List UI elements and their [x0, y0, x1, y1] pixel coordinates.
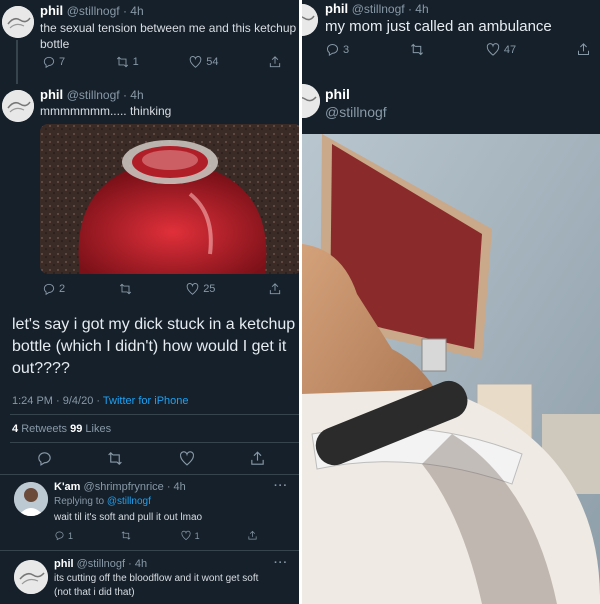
- like-icon: [181, 530, 191, 541]
- like-icon: [186, 283, 199, 295]
- replying-to-prefix: Replying to: [54, 496, 107, 507]
- tweet-meta: @stillnogf · 4h: [76, 558, 148, 570]
- tweet-text: the sexual tension between me and this k…: [40, 21, 297, 35]
- author-name[interactable]: phil: [40, 87, 63, 102]
- retweet-button[interactable]: [118, 282, 133, 296]
- hospital-wristband-photo[interactable]: [302, 134, 600, 604]
- reply-text-cont: (not that i did that): [54, 587, 135, 598]
- share-icon: [578, 43, 589, 55]
- tweet-actions: 3 47: [325, 42, 591, 57]
- main-tweet-text-end: out????: [12, 360, 70, 377]
- retweet-button[interactable]: 1: [115, 55, 139, 69]
- retweet-count[interactable]: 4: [12, 423, 18, 435]
- reply-actions: 1 1: [54, 530, 258, 541]
- like-button[interactable]: 47: [485, 42, 516, 57]
- left-thread-screenshot: phil @stillnogf · 4h the sexual tension …: [0, 0, 299, 604]
- retweet-icon: [108, 452, 123, 465]
- reply-button[interactable]: 7: [42, 55, 65, 69]
- author-name[interactable]: phil: [54, 558, 74, 570]
- like-icon: [189, 56, 202, 68]
- main-tweet-text: let's say i got my dick stuck in a ketch…: [12, 316, 296, 333]
- retweet-button[interactable]: [409, 42, 425, 57]
- tweet-meta: @shrimpfrynrice · 4h: [83, 481, 186, 493]
- like-button[interactable]: 54: [188, 55, 219, 69]
- share-button[interactable]: [249, 450, 266, 467]
- reply-text: its cutting off the bloodflow and it won…: [54, 573, 259, 584]
- reply-icon: [327, 44, 338, 57]
- reply-icon: [55, 531, 64, 541]
- author-handle[interactable]: @stillnogf: [325, 104, 387, 120]
- author-name[interactable]: phil: [40, 3, 63, 18]
- avatar[interactable]: [2, 90, 34, 122]
- reply-icon: [38, 452, 51, 466]
- like-count[interactable]: 99: [70, 423, 82, 435]
- retweet-icon: [411, 43, 423, 56]
- right-thread-screenshot: phil @stillnogf · 4h my mom just called …: [302, 0, 600, 134]
- main-tweet-actions: [36, 450, 266, 467]
- retweet-button[interactable]: [120, 530, 132, 541]
- share-button[interactable]: [247, 530, 258, 541]
- like-icon: [486, 43, 500, 56]
- reply-icon: [43, 56, 55, 69]
- tweet-timestamp[interactable]: 1:24 PM · 9/4/20 ·: [12, 395, 103, 407]
- divider: [10, 442, 299, 443]
- more-icon[interactable]: ···: [274, 480, 288, 492]
- like-icon: [179, 451, 194, 466]
- share-icon: [269, 283, 281, 295]
- share-icon: [248, 530, 257, 540]
- divider: [0, 550, 299, 551]
- retweet-label[interactable]: Retweets: [21, 423, 67, 435]
- like-button[interactable]: 25: [185, 282, 215, 296]
- main-tweet-text-cont: bottle (which I didn't) how would I get …: [12, 338, 287, 355]
- tweet-meta: @stillnogf · 4h: [66, 4, 144, 18]
- share-icon: [269, 56, 281, 68]
- author-name[interactable]: K'am: [54, 481, 80, 493]
- share-button[interactable]: [576, 42, 591, 57]
- avatar[interactable]: [302, 4, 318, 36]
- avatar[interactable]: [14, 560, 48, 594]
- divider: [0, 474, 299, 475]
- reply-button[interactable]: 1: [54, 530, 73, 541]
- reply-button[interactable]: 2: [42, 282, 65, 296]
- thread-line: [16, 40, 18, 84]
- tweet-text-cont: bottle: [40, 37, 70, 51]
- tweet-text: mmmmmmm..... thinking: [40, 104, 172, 118]
- reply-text: wait til it's soft and pull it out lmao: [54, 512, 203, 523]
- avatar[interactable]: [2, 6, 34, 38]
- reply-icon: [43, 283, 55, 296]
- ketchup-bottle-photo[interactable]: [40, 124, 299, 274]
- tweet-meta: @stillnogf · 4h: [66, 88, 144, 102]
- share-icon: [251, 451, 264, 465]
- like-button[interactable]: [178, 450, 196, 467]
- divider: [10, 414, 299, 415]
- share-button[interactable]: [268, 282, 282, 296]
- reply-button[interactable]: [36, 450, 53, 467]
- retweet-icon: [121, 531, 131, 540]
- avatar[interactable]: [14, 482, 48, 516]
- more-icon[interactable]: ···: [274, 557, 288, 569]
- avatar[interactable]: [302, 84, 320, 118]
- tweet-actions: 2 25: [42, 282, 282, 296]
- tweet-meta: @stillnogf · 4h: [351, 2, 429, 16]
- retweet-button[interactable]: [106, 450, 124, 467]
- author-name[interactable]: phil: [325, 86, 350, 102]
- retweet-icon: [116, 56, 128, 68]
- retweet-icon: [119, 283, 131, 295]
- reply-button[interactable]: 3: [325, 42, 349, 57]
- share-button[interactable]: [268, 55, 282, 69]
- replying-to-handle[interactable]: @stillnogf: [107, 496, 151, 507]
- author-name[interactable]: phil: [325, 1, 348, 16]
- like-label[interactable]: Likes: [85, 423, 111, 435]
- tweet-text: my mom just called an ambulance: [325, 18, 552, 35]
- tweet-source-link[interactable]: Twitter for iPhone: [103, 395, 189, 407]
- tweet-actions: 7 1 54: [42, 55, 282, 69]
- like-button[interactable]: 1: [180, 530, 200, 541]
